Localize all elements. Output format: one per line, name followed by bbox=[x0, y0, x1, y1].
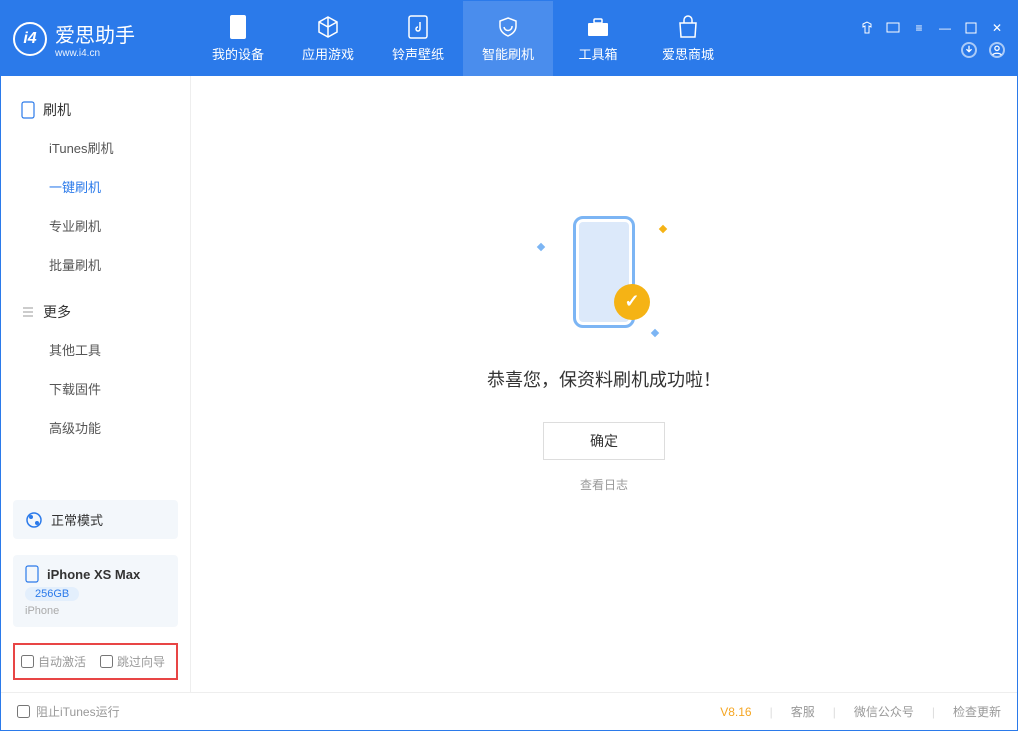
options-box: 自动激活 跳过向导 bbox=[13, 643, 178, 680]
sidebar-item-itunes-flash[interactable]: iTunes刷机 bbox=[1, 128, 190, 167]
success-illustration: ✓ bbox=[544, 216, 664, 336]
group-label: 刷机 bbox=[43, 100, 71, 120]
sidebar-item-download-firmware[interactable]: 下载固件 bbox=[1, 369, 190, 408]
tab-my-device[interactable]: 我的设备 bbox=[193, 1, 283, 76]
tab-apps-games[interactable]: 应用游戏 bbox=[283, 1, 373, 76]
check-icon: ✓ bbox=[614, 284, 650, 320]
app-logo: i4 爱思助手 www.i4.cn bbox=[13, 19, 193, 59]
title-bar: i4 爱思助手 www.i4.cn 我的设备 应用游戏 铃声壁纸 智能刷机 工具… bbox=[1, 1, 1017, 76]
maximize-button[interactable] bbox=[963, 20, 979, 36]
bag-icon bbox=[675, 14, 701, 40]
list-icon bbox=[21, 305, 35, 319]
sidebar-item-pro-flash[interactable]: 专业刷机 bbox=[1, 206, 190, 245]
group-label: 更多 bbox=[43, 302, 71, 322]
tab-ringtone-wallpaper[interactable]: 铃声壁纸 bbox=[373, 1, 463, 76]
sidebar-group-flash: 刷机 bbox=[1, 92, 190, 128]
device-icon bbox=[21, 101, 35, 119]
device-capacity: 256GB bbox=[25, 587, 79, 601]
device-type: iPhone bbox=[25, 605, 166, 617]
support-link[interactable]: 客服 bbox=[791, 703, 815, 720]
tab-label: 智能刷机 bbox=[482, 44, 534, 63]
app-url: www.i4.cn bbox=[55, 48, 135, 59]
tab-label: 爱思商城 bbox=[662, 44, 714, 63]
music-file-icon bbox=[405, 14, 431, 40]
success-message: 恭喜您，保资料刷机成功啦！ bbox=[487, 366, 721, 392]
update-link[interactable]: 检查更新 bbox=[953, 703, 1001, 720]
refresh-shield-icon bbox=[495, 14, 521, 40]
user-button[interactable] bbox=[989, 42, 1005, 58]
mode-icon bbox=[25, 511, 43, 529]
menu-icon[interactable]: ≡ bbox=[911, 20, 927, 36]
mode-card[interactable]: 正常模式 bbox=[13, 500, 178, 539]
status-bar: 阻止iTunes运行 V8.16 | 客服 | 微信公众号 | 检查更新 bbox=[1, 692, 1017, 730]
feedback-icon[interactable] bbox=[885, 20, 901, 36]
logo-icon: i4 bbox=[13, 22, 47, 56]
checkbox-skip-guide[interactable]: 跳过向导 bbox=[100, 653, 165, 670]
phone-small-icon bbox=[25, 565, 39, 583]
sidebar-item-other-tools[interactable]: 其他工具 bbox=[1, 330, 190, 369]
tab-label: 铃声壁纸 bbox=[392, 44, 444, 63]
toolbox-icon bbox=[585, 14, 611, 40]
tab-label: 工具箱 bbox=[578, 44, 617, 63]
sidebar-item-advanced[interactable]: 高级功能 bbox=[1, 408, 190, 447]
version-label: V8.16 bbox=[720, 705, 751, 719]
phone-icon bbox=[225, 14, 251, 40]
device-card[interactable]: iPhone XS Max 256GB iPhone bbox=[13, 555, 178, 627]
checkbox-block-itunes[interactable]: 阻止iTunes运行 bbox=[17, 703, 120, 720]
close-button[interactable]: ✕ bbox=[989, 20, 1005, 36]
main-tabs: 我的设备 应用游戏 铃声壁纸 智能刷机 工具箱 爱思商城 bbox=[193, 1, 733, 76]
checkbox-auto-activate[interactable]: 自动激活 bbox=[21, 653, 86, 670]
sidebar: 刷机 iTunes刷机 一键刷机 专业刷机 批量刷机 更多 其他工具 下载固件 … bbox=[1, 76, 191, 692]
sidebar-item-batch-flash[interactable]: 批量刷机 bbox=[1, 245, 190, 284]
main-content: ✓ 恭喜您，保资料刷机成功啦！ 确定 查看日志 bbox=[191, 76, 1017, 692]
tab-label: 我的设备 bbox=[212, 44, 264, 63]
tab-label: 应用游戏 bbox=[302, 44, 354, 63]
download-button[interactable] bbox=[961, 42, 977, 58]
minimize-button[interactable]: — bbox=[937, 20, 953, 36]
tab-toolbox[interactable]: 工具箱 bbox=[553, 1, 643, 76]
app-name: 爱思助手 bbox=[55, 19, 135, 48]
sidebar-item-oneclick-flash[interactable]: 一键刷机 bbox=[1, 167, 190, 206]
ok-button[interactable]: 确定 bbox=[543, 422, 665, 460]
mode-label: 正常模式 bbox=[51, 510, 103, 529]
tab-smart-flash[interactable]: 智能刷机 bbox=[463, 1, 553, 76]
view-log-link[interactable]: 查看日志 bbox=[580, 476, 628, 493]
wechat-link[interactable]: 微信公众号 bbox=[854, 703, 914, 720]
shirt-icon[interactable] bbox=[859, 20, 875, 36]
tab-store[interactable]: 爱思商城 bbox=[643, 1, 733, 76]
sidebar-group-more: 更多 bbox=[1, 294, 190, 330]
cube-icon bbox=[315, 14, 341, 40]
device-name: iPhone XS Max bbox=[47, 567, 140, 582]
